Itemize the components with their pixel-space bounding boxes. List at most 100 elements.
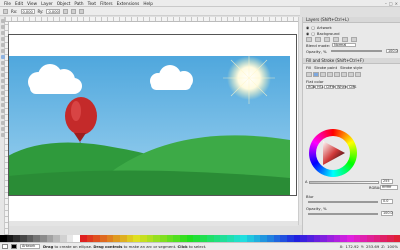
opacity-input[interactable]: 100.0 bbox=[386, 48, 398, 54]
palette-swatch[interactable] bbox=[40, 235, 47, 242]
palette-swatch[interactable] bbox=[80, 235, 87, 242]
palette-swatch[interactable] bbox=[60, 235, 67, 242]
palette-swatch[interactable] bbox=[180, 235, 187, 242]
palette-swatch[interactable] bbox=[313, 235, 321, 242]
palette-swatch[interactable] bbox=[320, 235, 327, 242]
palette-swatch[interactable] bbox=[293, 235, 301, 242]
eye-icon[interactable]: ◉ bbox=[306, 25, 309, 30]
lower-layer-icon[interactable] bbox=[333, 36, 339, 42]
palette-swatch[interactable] bbox=[266, 235, 274, 242]
eraser-tool-icon[interactable] bbox=[0, 103, 5, 107]
current-layer-select[interactable]: Artwork bbox=[20, 244, 40, 249]
palette-swatch[interactable] bbox=[113, 235, 121, 242]
top-layer-icon[interactable] bbox=[342, 36, 348, 42]
zoom-value[interactable]: 100% bbox=[387, 244, 398, 249]
maximize-icon[interactable]: □ bbox=[389, 1, 393, 6]
calligraphy-tool-icon[interactable] bbox=[0, 85, 5, 89]
palette-swatch[interactable] bbox=[333, 235, 341, 242]
dropper-tool-icon[interactable] bbox=[0, 127, 5, 131]
rgba-input[interactable]: ffffffff bbox=[380, 185, 398, 190]
arc-icon[interactable] bbox=[71, 8, 77, 14]
tab-wheel[interactable]: Wheel bbox=[335, 84, 348, 90]
3dbox-tool-icon[interactable] bbox=[0, 49, 5, 53]
palette-swatch[interactable] bbox=[200, 235, 207, 242]
bucket-tool-icon[interactable] bbox=[0, 109, 5, 113]
palette-swatch[interactable] bbox=[360, 235, 367, 242]
close-icon[interactable]: × bbox=[395, 1, 398, 6]
whole-ellipse-icon[interactable] bbox=[63, 8, 69, 14]
blur-input[interactable]: 0.0 bbox=[381, 199, 393, 204]
rect-tool-icon[interactable] bbox=[0, 43, 5, 47]
node-tool-icon[interactable] bbox=[0, 25, 5, 29]
palette-swatch[interactable] bbox=[246, 235, 254, 242]
spiral-tool-icon[interactable] bbox=[0, 67, 5, 71]
text-tool-icon[interactable] bbox=[0, 91, 5, 95]
lock-icon[interactable]: ▢ bbox=[311, 25, 315, 30]
palette-swatch[interactable] bbox=[206, 235, 214, 242]
palette-swatch[interactable] bbox=[13, 235, 21, 242]
segment-icon[interactable] bbox=[79, 8, 85, 14]
palette-swatch[interactable] bbox=[346, 235, 354, 242]
selector-tool-icon[interactable] bbox=[0, 19, 5, 23]
menu-filters[interactable]: Filters bbox=[100, 1, 113, 6]
new-ellipse-icon[interactable] bbox=[3, 8, 8, 14]
palette-swatch[interactable] bbox=[26, 235, 34, 242]
palette-swatch[interactable] bbox=[353, 235, 361, 242]
palette-swatch[interactable] bbox=[73, 235, 81, 242]
palette-swatch[interactable] bbox=[106, 235, 114, 242]
palette-swatch[interactable] bbox=[146, 235, 154, 242]
blend-mode-select[interactable]: Normal bbox=[332, 42, 357, 48]
radial-gradient-icon[interactable] bbox=[327, 71, 333, 77]
zoom-tool-icon[interactable] bbox=[0, 37, 5, 41]
menu-view[interactable]: View bbox=[27, 1, 37, 6]
alpha-slider[interactable] bbox=[309, 181, 379, 184]
bottom-layer-icon[interactable] bbox=[351, 36, 357, 42]
fill-opacity-slider[interactable] bbox=[308, 213, 378, 215]
fill-opacity-input[interactable]: 100.0 bbox=[381, 211, 393, 216]
palette-swatch[interactable] bbox=[260, 235, 267, 242]
menu-layer[interactable]: Layer bbox=[41, 1, 53, 6]
eye-icon[interactable]: ◉ bbox=[306, 31, 309, 36]
palette-swatch[interactable] bbox=[300, 235, 307, 242]
minimize-icon[interactable]: – bbox=[385, 1, 387, 6]
tab-fill[interactable]: Fill bbox=[306, 65, 311, 70]
color-wheel[interactable] bbox=[309, 129, 357, 177]
stroke-indicator[interactable] bbox=[11, 244, 17, 249]
mesh-icon[interactable] bbox=[334, 71, 340, 77]
palette-swatch[interactable] bbox=[306, 235, 314, 242]
layers-panel-header[interactable]: Layers (Shift+Ctrl+L) bbox=[303, 17, 400, 23]
palette-swatch[interactable] bbox=[273, 235, 281, 242]
star-tool-icon[interactable] bbox=[0, 61, 5, 65]
tweak-tool-icon[interactable] bbox=[0, 31, 5, 35]
palette-swatch[interactable] bbox=[386, 235, 394, 242]
alpha-input[interactable]: 255 bbox=[381, 179, 393, 184]
horizontal-scrollbar[interactable] bbox=[9, 221, 298, 226]
palette-swatch[interactable] bbox=[286, 235, 294, 242]
tab-cms[interactable]: CMS bbox=[347, 84, 356, 90]
opacity-slider[interactable] bbox=[330, 50, 382, 52]
palette-swatch[interactable] bbox=[46, 235, 54, 242]
menu-extensions[interactable]: Extensions bbox=[117, 1, 140, 6]
menu-path[interactable]: Path bbox=[74, 1, 83, 6]
gradient-tool-icon[interactable] bbox=[0, 115, 5, 119]
tab-stroke-style[interactable]: Stroke style bbox=[340, 65, 362, 70]
palette-swatch[interactable] bbox=[373, 235, 381, 242]
palette-swatch[interactable] bbox=[193, 235, 201, 242]
ellipse-tool-icon[interactable] bbox=[0, 55, 5, 59]
fill-indicator[interactable] bbox=[2, 244, 8, 249]
palette-swatch[interactable] bbox=[126, 235, 134, 242]
palette-swatch[interactable] bbox=[53, 235, 61, 242]
linear-gradient-icon[interactable] bbox=[320, 71, 326, 77]
palette-swatch[interactable] bbox=[0, 235, 7, 242]
tab-hsl[interactable]: HSL bbox=[315, 84, 324, 90]
lock-icon[interactable]: ▢ bbox=[311, 31, 315, 36]
menu-help[interactable]: Help bbox=[143, 1, 153, 6]
palette-swatch[interactable] bbox=[220, 235, 227, 242]
swatch-icon[interactable] bbox=[348, 71, 354, 77]
palette-swatch[interactable] bbox=[213, 235, 221, 242]
pattern-icon[interactable] bbox=[341, 71, 347, 77]
palette-swatch[interactable] bbox=[86, 235, 94, 242]
mesh-tool-icon[interactable] bbox=[0, 121, 5, 125]
palette-swatch[interactable] bbox=[380, 235, 387, 242]
palette-swatch[interactable] bbox=[166, 235, 174, 242]
